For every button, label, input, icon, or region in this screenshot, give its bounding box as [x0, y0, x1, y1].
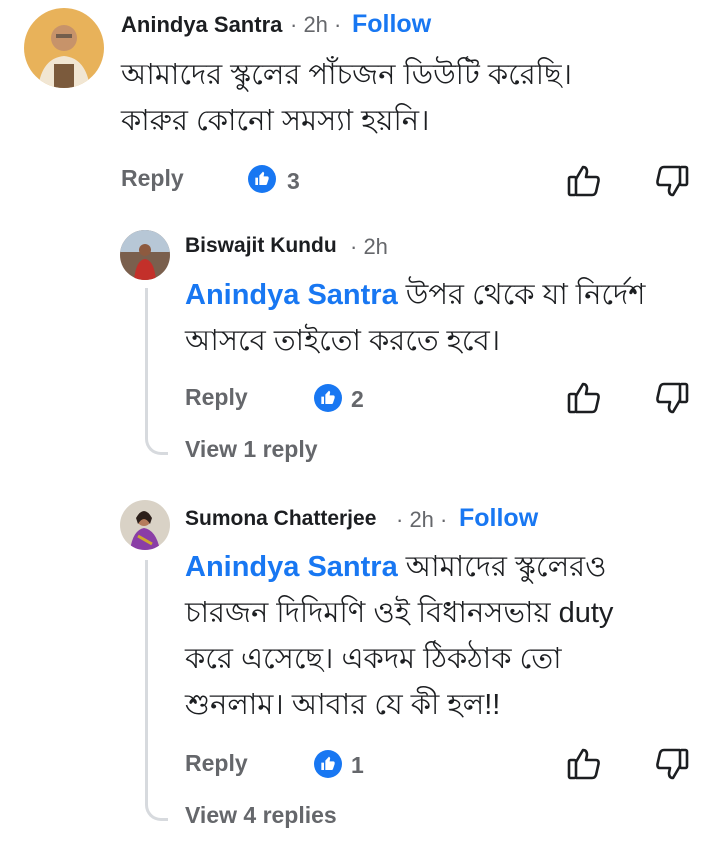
like-count: 2	[351, 386, 364, 412]
comment-text-line: শুনলাম। আবার যে কী হল!!	[185, 689, 501, 721]
comment-text-line: আসবে তাইতো করতে হবে।	[185, 325, 501, 357]
reply-button[interactable]: Reply	[185, 750, 248, 777]
comment-text: Anindya Santra উপর থেকে যা নির্দেশ আসবে …	[185, 272, 705, 364]
follow-button[interactable]: Follow	[352, 10, 431, 39]
follow-button[interactable]: Follow	[459, 504, 538, 533]
mention-link[interactable]: Anindya Santra	[185, 279, 398, 311]
like-count: 3	[287, 168, 300, 194]
avatar-sumona-chatterjee[interactable]	[120, 500, 170, 550]
comment-text: আমাদের স্কুলের পাঁচজন ডিউটি করেছি। কারুর…	[121, 52, 701, 144]
thumbs-down-outline-icon[interactable]	[654, 380, 690, 421]
thumbs-down-outline-icon[interactable]	[654, 746, 690, 787]
comment-time: · 2h ·	[290, 12, 342, 37]
comment-time: · 2h ·	[396, 507, 448, 532]
view-replies-link[interactable]: View 1 reply	[185, 436, 318, 463]
mention-link[interactable]: Anindya Santra	[185, 551, 398, 583]
comment-author[interactable]: Biswajit Kundu	[185, 234, 337, 258]
thread-line	[145, 560, 168, 821]
comment-time: · 2h	[350, 234, 388, 259]
like-reaction-icon[interactable]	[314, 750, 342, 778]
comment-text-fragment: আমাদের স্কুলেরও	[405, 551, 607, 583]
like-reaction-icon[interactable]	[248, 165, 276, 193]
reply-button[interactable]: Reply	[121, 165, 184, 192]
comment-text-line: Anindya Santra আমাদের স্কুলেরও	[185, 544, 705, 590]
like-reaction-icon[interactable]	[314, 384, 342, 412]
avatar-anindya-santra[interactable]	[24, 8, 104, 88]
comment-author[interactable]: Anindya Santra	[121, 12, 282, 38]
avatar-biswajit-kundu[interactable]	[120, 230, 170, 280]
thumbs-up-outline-icon[interactable]	[566, 380, 602, 421]
comment-text: Anindya Santra আমাদের স্কুলেরও চারজন দিদ…	[185, 544, 705, 728]
comment-text-fragment: উপর থেকে যা নির্দেশ	[405, 279, 646, 311]
thumbs-down-outline-icon[interactable]	[654, 163, 690, 204]
comment-text-line: কারুর কোনো সমস্যা হয়নি।	[121, 105, 430, 137]
thumbs-up-outline-icon[interactable]	[566, 163, 602, 204]
comment-text-line: আমাদের স্কুলের পাঁচজন ডিউটি করেছি।	[121, 59, 572, 91]
reply-button[interactable]: Reply	[185, 384, 248, 411]
thumbs-up-outline-icon[interactable]	[566, 746, 602, 787]
comment-text-line: Anindya Santra উপর থেকে যা নির্দেশ	[185, 272, 705, 318]
thread-line	[145, 288, 168, 455]
view-replies-link[interactable]: View 4 replies	[185, 802, 337, 829]
comment-text-line: করে এসেছে। একদম ঠিকঠাক তো	[185, 643, 562, 675]
like-count: 1	[351, 752, 364, 778]
comment-author[interactable]: Sumona Chatterjee	[185, 507, 376, 531]
comment-text-line: চারজন দিদিমণি ওই বিধানসভায় duty	[185, 597, 614, 629]
